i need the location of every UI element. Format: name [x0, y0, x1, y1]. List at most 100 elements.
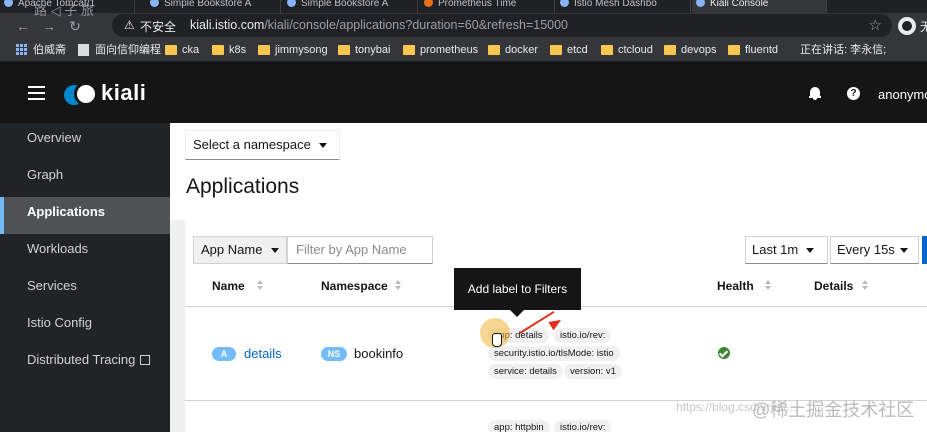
- url-text: kiali.istio.com/kiali/console/applicatio…: [190, 18, 569, 32]
- help-icon[interactable]: ?: [847, 87, 860, 100]
- bookmark-item[interactable]: 面向信仰编程: [78, 43, 161, 57]
- bookmark-folder[interactable]: fluentd: [728, 43, 778, 57]
- page-header: Select a namespace Applications: [170, 123, 927, 220]
- main-content: Select a namespace Applications App Name…: [170, 123, 927, 432]
- tab-favicon-icon: [150, 0, 159, 7]
- browser-tab[interactable]: Istio Mesh Dashbo: [556, 0, 691, 13]
- refresh-button[interactable]: [922, 236, 927, 264]
- forward-arrow-icon[interactable]: →: [40, 17, 58, 35]
- caret-down-icon: [319, 143, 327, 148]
- sidebar-nav: Overview Graph Applications Workloads Se…: [0, 123, 170, 432]
- folder-icon: [488, 45, 500, 55]
- folder-icon: [338, 45, 350, 55]
- folder-icon: [258, 45, 270, 55]
- sidebar-item-overview[interactable]: Overview: [0, 123, 170, 160]
- folder-icon: [165, 45, 177, 55]
- folder-icon: [550, 45, 562, 55]
- caret-down-icon: [271, 248, 279, 253]
- filter-input[interactable]: Filter by App Name: [287, 236, 433, 264]
- namespace-badge: NS: [321, 347, 347, 361]
- duration-select[interactable]: Last 1m: [745, 236, 828, 264]
- folder-icon: [212, 45, 224, 55]
- refresh-interval-select[interactable]: Every 15s: [830, 236, 919, 264]
- tooltip: Add label to Filters: [454, 268, 581, 317]
- security-label: 不安全: [140, 20, 177, 34]
- bookmark-folder[interactable]: ctcloud: [601, 43, 653, 57]
- app-masthead: kiali ? anonymous: [0, 63, 927, 123]
- filter-type-select[interactable]: App Name: [193, 236, 287, 264]
- sort-icon[interactable]: [765, 280, 771, 291]
- watermark-brand: @稀土掘金技术社区: [752, 400, 915, 420]
- sidebar-item-istio-config[interactable]: Istio Config: [0, 308, 170, 345]
- bookmark-folder[interactable]: tonybai: [338, 43, 390, 57]
- browser-tab-strip: Apache Tomcat/1 Simple Bookstore A Simpl…: [0, 0, 927, 13]
- namespace-name: bookinfo: [354, 346, 404, 361]
- bookmark-folder[interactable]: docker: [488, 43, 538, 57]
- user-menu[interactable]: anonymous: [878, 87, 927, 102]
- label-chip[interactable]: service: details: [488, 364, 563, 379]
- sort-icon[interactable]: [862, 280, 868, 291]
- hand-pointer-icon: [492, 333, 502, 347]
- folder-icon: [664, 45, 676, 55]
- column-header-health[interactable]: Health: [717, 279, 754, 293]
- browser-tab[interactable]: Simple Bookstore A: [283, 0, 418, 13]
- bookmark-folder[interactable]: prometheus: [403, 43, 478, 57]
- back-arrow-icon[interactable]: ←: [14, 17, 32, 35]
- sidebar-item-distributed-tracing[interactable]: Distributed Tracing: [0, 345, 170, 382]
- label-chip[interactable]: app: httpbin: [488, 420, 550, 432]
- bookmark-star-icon[interactable]: ☆: [869, 16, 882, 34]
- bookmark-folder[interactable]: etcd: [550, 43, 588, 57]
- bell-icon[interactable]: [809, 87, 821, 100]
- health-ok-icon: [718, 347, 730, 359]
- column-header-name[interactable]: Name: [212, 279, 245, 293]
- browser-tab[interactable]: Prometheus Time: [420, 0, 555, 13]
- kiali-logo-icon: [64, 82, 98, 106]
- sidebar-item-workloads[interactable]: Workloads: [0, 234, 170, 271]
- bookmark-folder[interactable]: jimmysong: [258, 43, 328, 57]
- logo-text: kiali: [101, 80, 147, 105]
- address-bar[interactable]: ⚠ 不安全 kiali.istio.com/kiali/console/appl…: [112, 14, 892, 37]
- overlay-caption: 路 ◁ 子 旅: [34, 3, 94, 18]
- caret-down-icon: [806, 248, 814, 253]
- column-header-namespace[interactable]: Namespace: [321, 279, 388, 293]
- tab-favicon-icon: [287, 0, 296, 7]
- tab-favicon-icon: [560, 0, 569, 7]
- bookmark-folder[interactable]: k8s: [212, 43, 246, 57]
- folder-icon: [728, 45, 740, 55]
- tab-favicon-icon: [696, 0, 705, 7]
- caret-down-icon: [900, 248, 908, 253]
- column-header-details[interactable]: Details: [814, 279, 853, 293]
- hamburger-menu-icon[interactable]: [28, 86, 45, 100]
- app-name-link[interactable]: details: [244, 346, 282, 361]
- sort-icon[interactable]: [395, 280, 401, 291]
- folder-icon: [403, 45, 415, 55]
- profile-icon[interactable]: [898, 17, 916, 35]
- bookmark-folder[interactable]: devops: [664, 43, 716, 57]
- apps-grid-icon: [16, 44, 28, 56]
- tab-favicon-icon: [424, 0, 433, 7]
- sidebar-item-graph[interactable]: Graph: [0, 160, 170, 197]
- app-badge: A: [212, 347, 236, 361]
- sort-icon[interactable]: [257, 280, 263, 291]
- namespace-select[interactable]: Select a namespace: [185, 130, 340, 160]
- label-chip[interactable]: version: v1: [564, 364, 622, 379]
- bookmarks-bar: 伯威斋 面向信仰编程 cka k8s jimmysong tonybai pro…: [0, 38, 927, 62]
- label-chip[interactable]: istio.io/rev:: [554, 420, 612, 432]
- apps-shortcut[interactable]: 伯威斋: [16, 43, 66, 57]
- browser-toolbar: ← → ↻ ⚠ 不安全 kiali.istio.com/kiali/consol…: [0, 13, 927, 38]
- browser-tab[interactable]: Simple Bookstore A: [146, 0, 281, 13]
- page-icon: [78, 44, 89, 56]
- browser-tab-active[interactable]: Kiali Console: [692, 0, 827, 13]
- tab-favicon-icon: [4, 0, 13, 7]
- external-link-icon: [140, 355, 151, 365]
- sidebar-item-services[interactable]: Services: [0, 271, 170, 308]
- folder-icon: [601, 45, 613, 55]
- warning-icon: ⚠: [124, 18, 135, 32]
- bookmark-folder[interactable]: cka: [165, 43, 199, 57]
- sidebar-item-applications[interactable]: Applications: [0, 197, 170, 234]
- profile-label: 无: [920, 20, 927, 34]
- label-chip[interactable]: istio.io/rev:: [554, 328, 612, 343]
- reload-icon[interactable]: ↻: [66, 17, 84, 35]
- label-chip[interactable]: security.istio.io/tlsMode: istio: [488, 346, 620, 361]
- page-title: Applications: [186, 175, 300, 198]
